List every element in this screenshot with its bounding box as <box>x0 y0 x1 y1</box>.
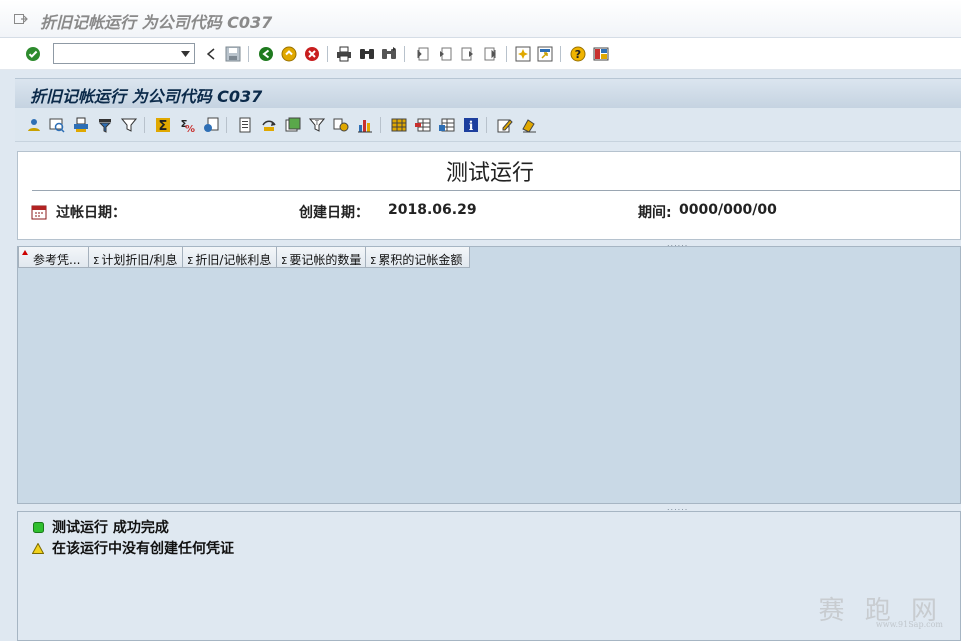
enter-icon[interactable] <box>24 45 42 63</box>
svg-text:T: T <box>314 120 319 127</box>
column-accumulated-posted[interactable]: Σ 累积的记帐金额 <box>366 247 470 268</box>
watermark-url: www.91Sap.com <box>875 620 943 629</box>
command-input[interactable] <box>57 45 177 62</box>
details-icon[interactable] <box>25 116 43 134</box>
system-toolbar: ? <box>0 38 961 70</box>
subtotal-icon[interactable]: Σ% <box>178 116 196 134</box>
message-warning: 在该运行中没有创建任何凭证 <box>32 538 234 558</box>
save-icon[interactable] <box>224 45 242 63</box>
exit-icon[interactable] <box>280 45 298 63</box>
sort-descending-icon[interactable] <box>284 116 302 134</box>
calendar-icon <box>31 204 47 220</box>
screen-header: 折旧记帐运行 为公司代码 C037 <box>15 78 961 108</box>
posting-date-label: 过帐日期： <box>56 205 126 221</box>
graphic-icon[interactable] <box>356 116 374 134</box>
separator <box>248 46 249 62</box>
column-reference-document[interactable]: 参考凭... <box>18 247 89 268</box>
sort-indicator-icon <box>22 250 28 255</box>
sigma-icon: Σ <box>187 256 194 267</box>
column-label: 计划折旧/利息 <box>101 253 178 267</box>
watermark: 赛 跑 网 www.91Sap.com <box>818 590 943 629</box>
information-icon[interactable]: i <box>462 116 480 134</box>
svg-text:?: ? <box>575 48 581 61</box>
separator <box>486 117 487 133</box>
set-filter-icon[interactable] <box>120 116 138 134</box>
back-icon[interactable] <box>257 45 275 63</box>
message-text: 测试运行 成功完成 <box>52 520 169 536</box>
period-value: 0000/000/00 <box>679 202 777 218</box>
customize-layout-icon[interactable] <box>592 45 610 63</box>
window-title: 折旧记帐运行 为公司代码 C037 <box>40 13 273 32</box>
first-page-icon[interactable] <box>413 45 431 63</box>
warning-status-icon <box>32 542 44 554</box>
shortcut-icon[interactable] <box>536 45 554 63</box>
sigma-icon: Σ <box>93 256 100 267</box>
collapse-command-icon[interactable] <box>202 45 220 63</box>
svg-text:%: % <box>185 124 195 133</box>
next-page-icon[interactable] <box>459 45 477 63</box>
success-status-icon <box>32 521 44 533</box>
command-field[interactable] <box>53 43 195 64</box>
help-icon[interactable]: ? <box>569 45 587 63</box>
created-date-value: 2018.06.29 <box>388 202 477 218</box>
save-layout-icon[interactable] <box>438 116 456 134</box>
previous-page-icon[interactable] <box>436 45 454 63</box>
separator <box>327 46 328 62</box>
grid-header: 参考凭... Σ 计划折旧/利息 Σ 折旧/记帐利息 Σ 要记帐的数量 Σ 累积的记帐金… <box>18 247 470 268</box>
edit-icon[interactable] <box>496 116 514 134</box>
column-posted-depreciation[interactable]: Σ 折旧/记帐利息 <box>183 247 277 268</box>
layout-icon[interactable] <box>390 116 408 134</box>
command-dropdown-icon[interactable] <box>178 46 192 61</box>
export-icon[interactable] <box>202 116 220 134</box>
sum-icon[interactable]: Σ <box>154 116 172 134</box>
message-success: 测试运行 成功完成 <box>32 517 169 537</box>
local-file-icon[interactable] <box>236 116 254 134</box>
print-icon[interactable] <box>335 45 353 63</box>
message-text: 在该运行中没有创建任何凭证 <box>52 541 234 557</box>
sigma-icon: Σ <box>370 256 377 267</box>
abc-analysis-icon[interactable] <box>332 116 350 134</box>
column-label: 参考凭... <box>33 253 81 267</box>
separator <box>560 46 561 62</box>
change-layout-icon[interactable] <box>414 116 432 134</box>
window-menu-icon[interactable] <box>14 13 28 25</box>
header-divider <box>32 190 960 191</box>
find-icon[interactable] <box>358 45 376 63</box>
screen-title: 折旧记帐运行 为公司代码 C037 <box>30 87 263 106</box>
column-label: 累积的记帐金额 <box>378 253 463 267</box>
create-session-icon[interactable] <box>514 45 532 63</box>
column-planned-depreciation[interactable]: Σ 计划折旧/利息 <box>89 247 183 268</box>
svg-text:Σ: Σ <box>159 119 168 133</box>
alv-grid: 参考凭... Σ 计划折旧/利息 Σ 折旧/记帐利息 Σ 要记帐的数量 Σ 累积的记帐金… <box>17 246 961 504</box>
column-amount-to-post[interactable]: Σ 要记帐的数量 <box>277 247 366 268</box>
application-toolbar: Σ Σ% T i <box>15 108 961 142</box>
select-detail-icon[interactable] <box>48 116 66 134</box>
print-preview-icon[interactable] <box>72 116 90 134</box>
report-title: 测试运行 <box>445 161 534 186</box>
window-title-bar: 折旧记帐运行 为公司代码 C037 <box>0 0 961 38</box>
separator <box>380 117 381 133</box>
report-header-panel: 测试运行 过帐日期： 创建日期： 2018.06.29 期间: 0000/000… <box>17 151 961 240</box>
column-label: 要记帐的数量 <box>289 253 362 267</box>
separator <box>404 46 405 62</box>
sort-ascending-icon[interactable] <box>260 116 278 134</box>
cancel-icon[interactable] <box>303 45 321 63</box>
find-next-icon[interactable] <box>380 45 398 63</box>
created-date-label: 创建日期： <box>299 205 369 221</box>
sigma-icon: Σ <box>281 256 288 267</box>
last-page-icon[interactable] <box>482 45 500 63</box>
period-label: 期间: <box>638 205 672 221</box>
delete-icon[interactable] <box>520 116 538 134</box>
separator <box>226 117 227 133</box>
column-label: 折旧/记帐利息 <box>195 253 272 267</box>
find-icon[interactable]: T <box>308 116 326 134</box>
splitter-bottom[interactable]: ...... <box>17 504 961 512</box>
svg-text:i: i <box>469 119 474 133</box>
filter-icon[interactable] <box>96 116 114 134</box>
separator <box>144 117 145 133</box>
separator <box>506 46 507 62</box>
